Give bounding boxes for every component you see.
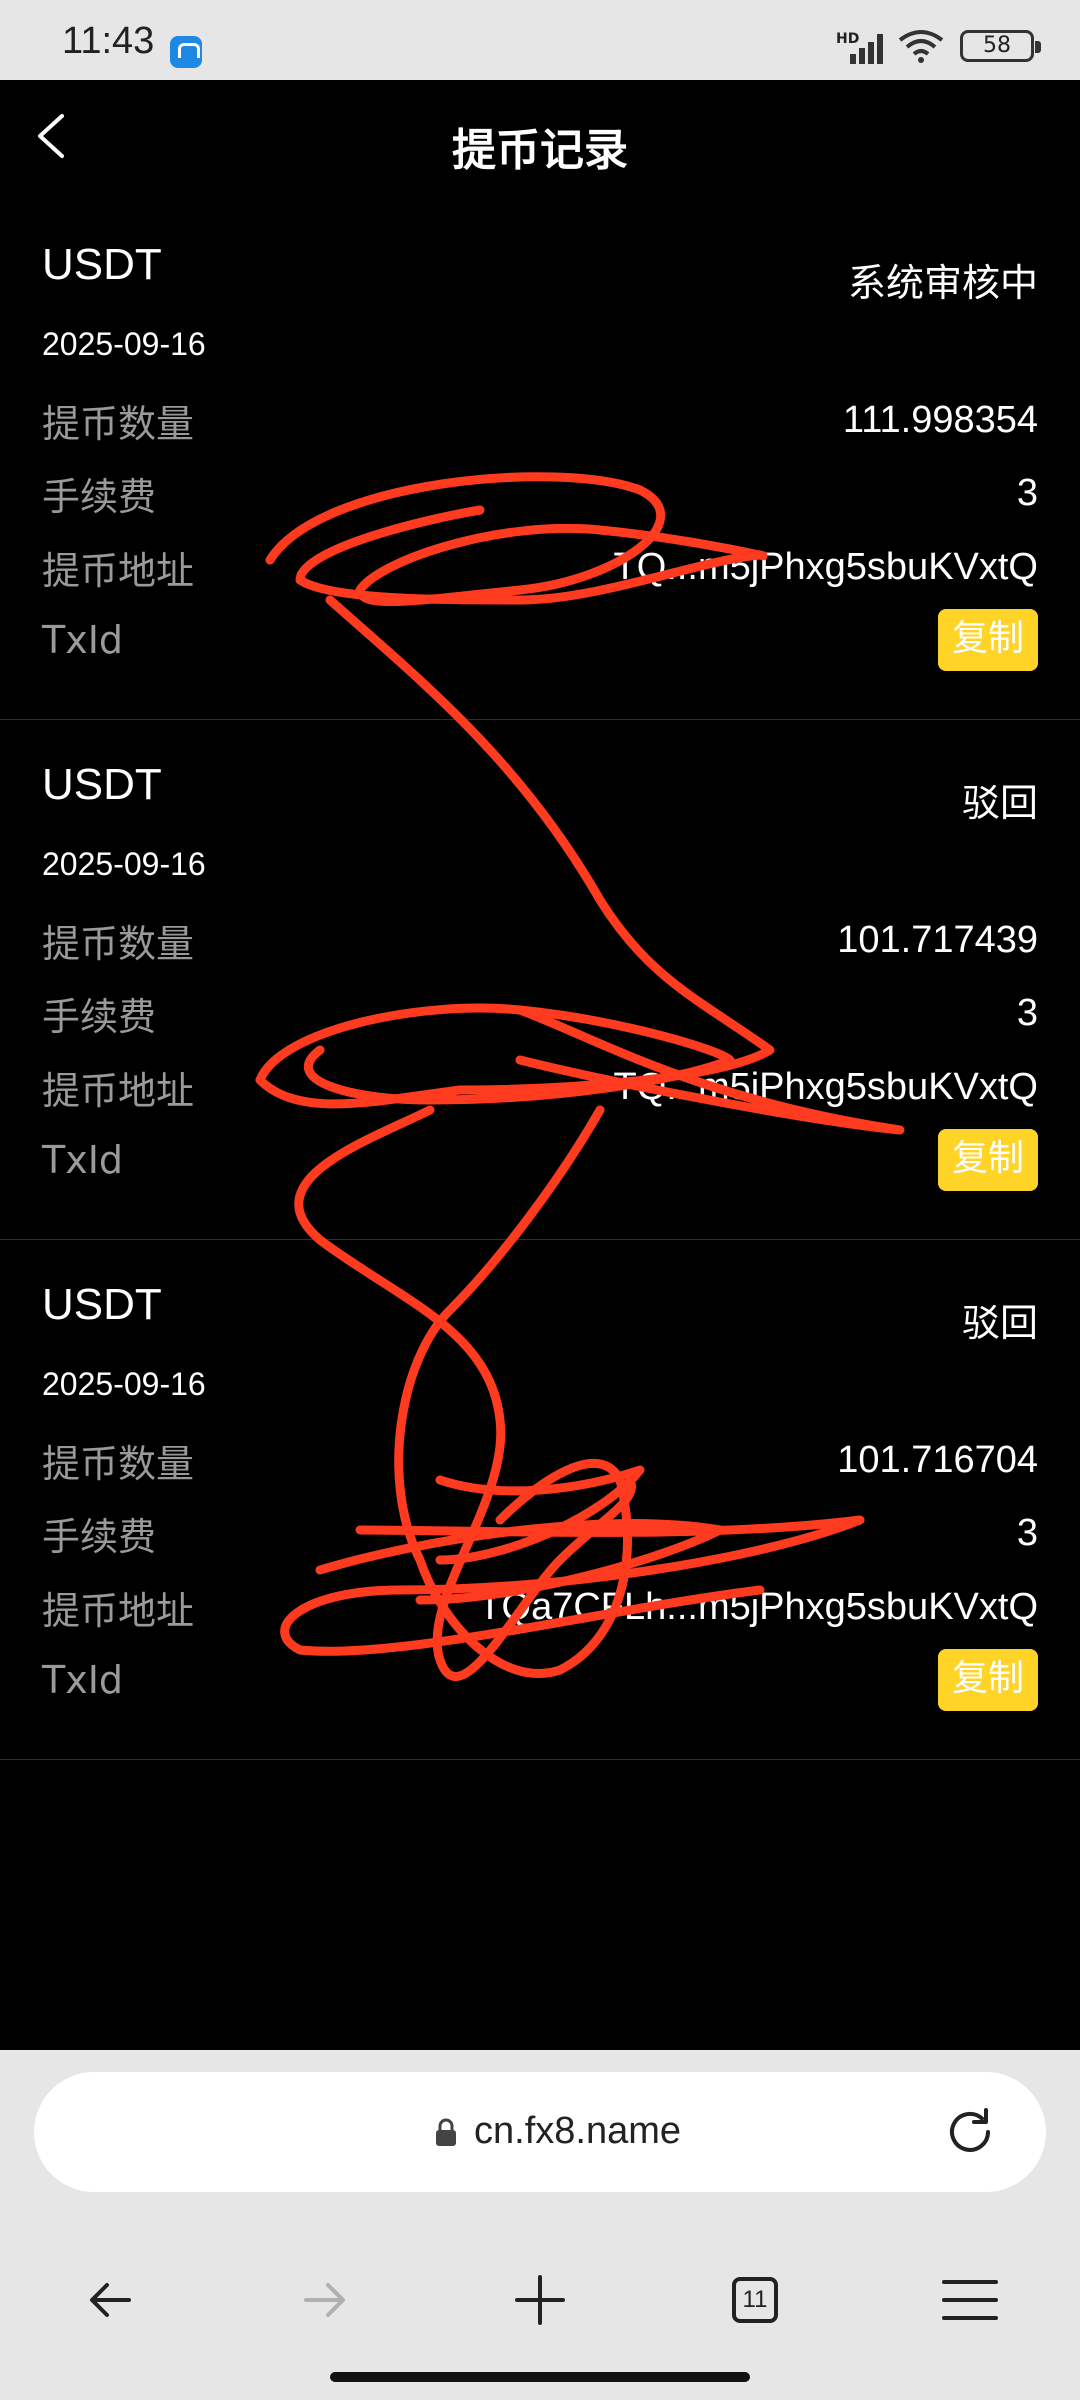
address-label: 提币地址 — [42, 548, 195, 593]
nav-forward-button[interactable] — [280, 2255, 370, 2345]
txid-row: TxId 复制 — [42, 1649, 1038, 1711]
plus-icon — [515, 2275, 565, 2325]
copy-button[interactable]: 复制 — [937, 609, 1038, 671]
record-date: 2025-09-16 — [42, 326, 206, 362]
amount-row: 提币数量 101.716704 — [42, 1430, 1038, 1490]
fee-value: 3 — [1016, 1511, 1038, 1554]
record-date: 2025-09-16 — [42, 1366, 206, 1402]
address-value: TQ...m5jPhxg5sbuKVxtQ — [613, 545, 1039, 588]
amount-label: 提币数量 — [42, 921, 195, 966]
record-status: 系统审核中 — [847, 261, 1038, 305]
fee-value: 3 — [1016, 471, 1038, 514]
signal-icon: HD — [836, 28, 883, 64]
coin-name: USDT — [42, 760, 162, 809]
nav-back-button[interactable] — [65, 2255, 155, 2345]
address-label: 提币地址 — [42, 1588, 195, 1633]
address-label: 提币地址 — [42, 1068, 195, 1113]
withdrawal-record: USDT 系统审核中 2025-09-16 提币数量 111.998354 手续… — [0, 200, 1080, 720]
amount-label: 提币数量 — [42, 401, 195, 446]
address-value: TQa7CFLh...m5jPhxg5sbuKVxtQ — [478, 1585, 1038, 1628]
record-status: 驳回 — [961, 1301, 1038, 1345]
address-row: 提币地址 TQ...m5jPhxg5sbuKVxtQ — [42, 537, 1038, 597]
amount-row: 提币数量 101.717439 — [42, 910, 1038, 970]
browser-nav: 11 — [0, 2255, 1080, 2345]
coin-name: USDT — [42, 240, 162, 289]
wifi-icon — [898, 30, 944, 63]
amount-value: 111.998354 — [842, 398, 1038, 441]
amount-row: 提币数量 111.998354 — [42, 390, 1038, 450]
reload-icon[interactable] — [942, 2104, 998, 2160]
lock-icon — [436, 2118, 456, 2146]
arrow-right-icon — [304, 2283, 345, 2317]
fee-row: 手续费 3 — [42, 1503, 1038, 1563]
address-row: 提币地址 TQ...m5jPhxg5sbuKVxtQ — [42, 1057, 1038, 1117]
txid-label: TxId — [42, 618, 124, 662]
tab-count: 11 — [732, 2277, 778, 2323]
battery-icon: 58 — [960, 30, 1041, 62]
address-bar[interactable]: cn.fx8.name — [34, 2072, 1046, 2192]
top-bar: 提币记录 — [0, 80, 1080, 200]
fee-label: 手续费 — [42, 994, 157, 1039]
amount-value: 101.717439 — [837, 918, 1038, 961]
txid-row: TxId 复制 — [42, 1129, 1038, 1191]
app-notification-icon — [170, 36, 202, 68]
arrow-left-icon — [90, 2283, 131, 2317]
fee-value: 3 — [1016, 991, 1038, 1034]
status-bar: 11:43 HD 58 — [0, 0, 1080, 80]
withdrawal-record: USDT 驳回 2025-09-16 提币数量 101.717439 手续费 3… — [0, 720, 1080, 1240]
amount-label: 提币数量 — [42, 1441, 195, 1486]
copy-button[interactable]: 复制 — [937, 1649, 1038, 1711]
txid-row: TxId 复制 — [42, 609, 1038, 671]
fee-label: 手续费 — [42, 474, 157, 519]
url-text: cn.fx8.name — [474, 2110, 681, 2152]
txid-label: TxId — [42, 1138, 124, 1182]
record-status: 驳回 — [961, 781, 1038, 825]
hamburger-menu-icon — [942, 2280, 998, 2320]
page-title: 提币记录 — [452, 125, 628, 176]
copy-button[interactable]: 复制 — [937, 1129, 1038, 1191]
status-icons: HD 58 — [836, 28, 1041, 64]
amount-value: 101.716704 — [837, 1438, 1038, 1481]
address-row: 提币地址 TQa7CFLh...m5jPhxg5sbuKVxtQ — [42, 1577, 1038, 1637]
menu-button[interactable] — [925, 2255, 1015, 2345]
home-indicator[interactable] — [330, 2372, 750, 2382]
status-time: 11:43 — [62, 20, 155, 62]
tabs-button[interactable]: 11 — [710, 2255, 800, 2345]
withdrawal-record: USDT 驳回 2025-09-16 提币数量 101.716704 手续费 3… — [0, 1240, 1080, 1760]
new-tab-button[interactable] — [495, 2255, 585, 2345]
withdrawal-record-list: USDT 系统审核中 2025-09-16 提币数量 111.998354 手续… — [0, 200, 1080, 1760]
browser-toolbar: cn.fx8.name 11 — [0, 2050, 1080, 2400]
fee-row: 手续费 3 — [42, 463, 1038, 523]
address-value: TQ...m5jPhxg5sbuKVxtQ — [613, 1065, 1039, 1108]
txid-label: TxId — [42, 1658, 124, 1702]
fee-row: 手续费 3 — [42, 983, 1038, 1043]
record-date: 2025-09-16 — [42, 846, 206, 882]
coin-name: USDT — [42, 1280, 162, 1329]
fee-label: 手续费 — [42, 1514, 157, 1559]
